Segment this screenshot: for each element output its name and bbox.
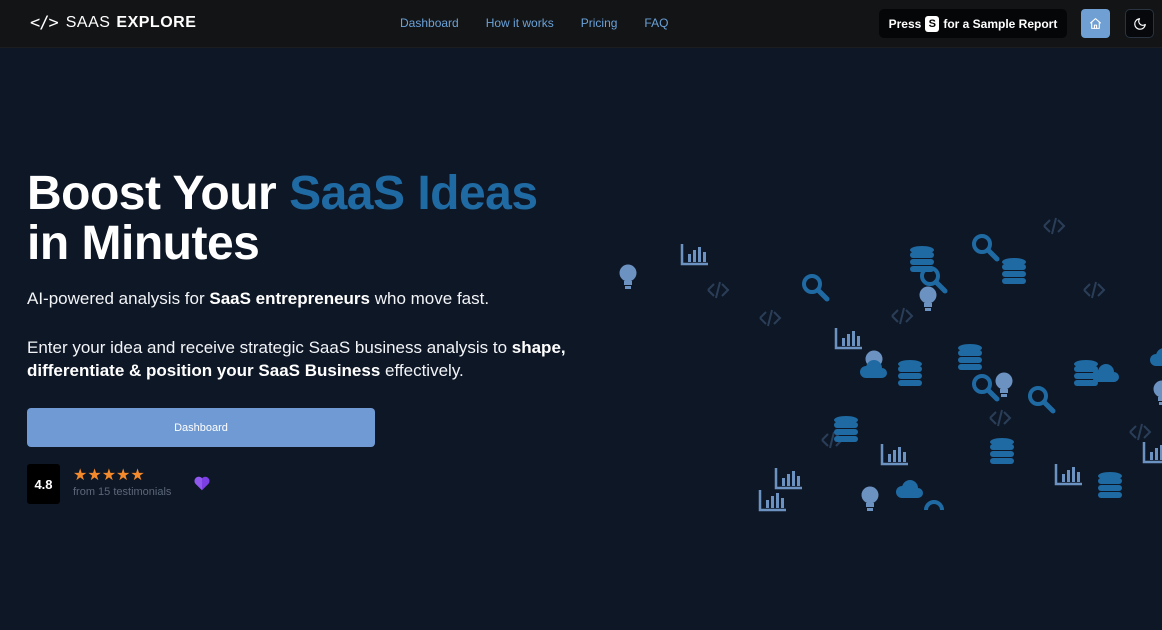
magnifier-icon-2 [974,236,997,259]
magnifier-icon-5 [1030,388,1053,411]
hero-title: Boost Your SaaS Ideas in Minutes [27,169,627,269]
sample-report-prefix: Press [888,16,922,31]
bar-chart-icon-6 [1054,462,1084,486]
bar-chart-icon-7 [1142,440,1162,464]
dashboard-cta-button[interactable]: Dashboard [27,408,375,447]
moon-icon [1133,17,1146,30]
ring-icon [924,500,944,511]
bar-chart-icon-2 [834,326,864,350]
home-icon [1090,18,1101,29]
sample-report-suffix: for a Sample Report [943,16,1058,31]
faint-code-icon-2 [707,281,729,299]
hero-title-line2: in Minutes [27,217,260,270]
lightbulb-icon-6 [1153,380,1162,405]
brand-logo[interactable]: </> SAAS EXPLORE [30,13,196,33]
rating-stars: ★★★★★ [73,467,145,484]
faint-code-icon-5 [1083,281,1105,299]
top-navbar: </> SAAS EXPLORE Dashboard How it works … [0,0,1162,48]
main-nav: Dashboard How it works Pricing FAQ [400,16,668,30]
lightbulb-icon-5 [861,486,879,511]
hero-subtitle-part-a: AI-powered analysis for [27,289,210,308]
faint-code-icon-3 [759,309,781,327]
hero-subtitle: AI-powered analysis for SaaS entrepreneu… [27,289,489,309]
bar-chart-icon-3 [880,442,910,466]
lightbulb-icon-1 [619,264,637,289]
hero-description-part-a: Enter your idea and receive strategic Sa… [27,338,512,357]
bar-chart-icon-5 [758,488,788,512]
database-icon-3 [958,344,982,370]
database-icon-8 [1098,472,1122,498]
hero-description-part-c: effectively. [380,361,464,380]
hero-subtitle-bold: SaaS entrepreneurs [209,289,371,308]
bar-chart-icon-1 [680,242,710,266]
cloud-icon-1 [860,360,887,378]
lightbulb-icon-4 [995,372,1013,397]
rating-subtext: from 15 testimonials [73,486,172,498]
database-icon-1 [910,246,934,272]
faint-code-icon-4 [891,307,913,325]
decorative-icon-field [619,217,1162,512]
rating-score-badge: 4.8 [27,464,60,504]
sample-report-button[interactable]: Press S for a Sample Report [879,9,1067,38]
database-icon-7 [990,438,1014,464]
nav-link-faq[interactable]: FAQ [644,16,668,30]
brand-name-saas: SAAS [65,14,111,31]
heart-icon [194,476,210,491]
nav-link-pricing[interactable]: Pricing [581,16,618,30]
hero-title-accent: SaaS Ideas [289,167,538,220]
nav-link-how-it-works[interactable]: How it works [486,16,554,30]
theme-toggle-button[interactable] [1125,9,1154,38]
bar-chart-icon-4 [774,466,804,490]
nav-link-dashboard[interactable]: Dashboard [400,16,459,30]
lightbulb-icon-2 [919,286,937,311]
faint-code-icon-1 [1043,217,1065,235]
hero-title-plain: Boost Your [27,167,290,220]
magnifier-icon-4 [974,376,997,399]
database-icon-4 [898,360,922,386]
brand-name-explore: EXPLORE [116,14,197,31]
magnifier-icon-1 [804,276,827,299]
keyboard-key-badge: S [925,15,940,32]
home-button[interactable] [1081,9,1110,38]
hero-description: Enter your idea and receive strategic Sa… [27,336,597,382]
cloud-icon-4 [1150,348,1162,366]
faint-code-icon-8 [1129,423,1151,441]
database-icon-6 [834,416,858,442]
cloud-icon-3 [896,480,923,498]
hero-subtitle-part-c: who move fast. [370,289,490,308]
code-brackets-icon: </> [30,13,59,33]
faint-code-icon-6 [989,409,1011,427]
database-icon-2 [1002,258,1026,284]
